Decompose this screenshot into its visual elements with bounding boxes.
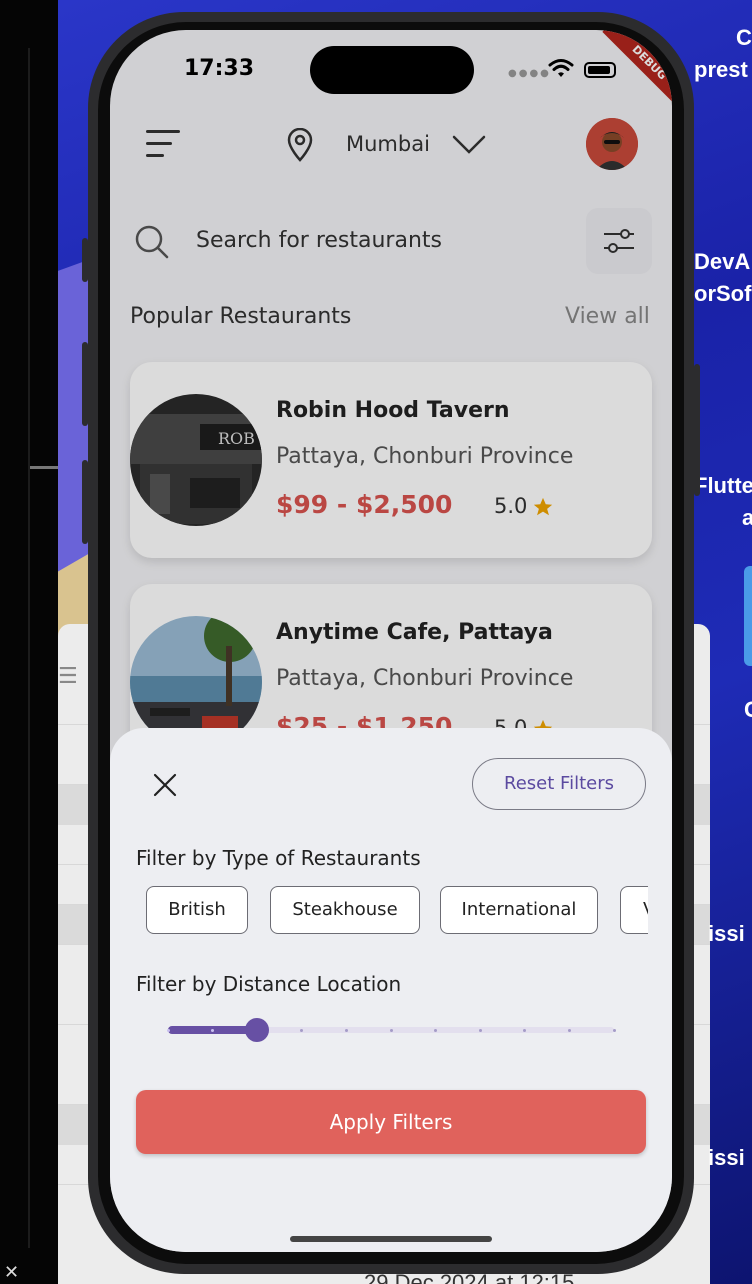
desktop-label: prest <box>694 57 748 82</box>
slider-tick <box>166 1029 170 1032</box>
chip-international[interactable]: International <box>440 886 598 934</box>
desktop-left-panel: ✕ <box>0 0 58 1284</box>
close-icon[interactable] <box>152 772 178 798</box>
slider-thumb[interactable] <box>245 1018 270 1042</box>
slider-tick <box>567 1029 571 1032</box>
reset-filters-button[interactable]: Reset Filters <box>472 758 646 810</box>
slider-tick <box>612 1029 616 1032</box>
apply-filters-button[interactable]: Apply Filters <box>136 1090 646 1154</box>
desktop-label: C <box>736 25 752 50</box>
slider-tick <box>478 1029 482 1032</box>
desktop-label: issi <box>708 921 745 946</box>
slider-tick <box>389 1029 393 1032</box>
filter-bottom-sheet: Reset Filters Filter by Type of Restaura… <box>110 728 672 1252</box>
power-button <box>694 364 700 496</box>
volume-button <box>82 460 88 544</box>
distance-filter-label: Filter by Distance Location <box>136 972 402 996</box>
chip-steakhouse[interactable]: Steakhouse <box>270 886 420 934</box>
desktop-label: Flutte <box>694 473 752 498</box>
close-icon[interactable]: ✕ <box>4 1262 19 1283</box>
volume-button <box>82 238 88 282</box>
volume-button <box>82 342 88 426</box>
distance-slider[interactable] <box>166 1018 616 1042</box>
menu-icon[interactable]: ☰ <box>58 664 78 689</box>
filter-type-label: Filter by Type of Restaurants <box>136 846 421 870</box>
restaurant-type-chips: British Steakhouse International V <box>146 886 648 938</box>
divider <box>30 466 58 469</box>
slider-tick <box>344 1029 348 1032</box>
desktop-label: orSof <box>694 281 752 306</box>
home-indicator <box>290 1236 492 1242</box>
chip-british[interactable]: British <box>146 886 248 934</box>
desktop-label: DevA <box>694 249 751 274</box>
desktop-label: a <box>742 505 752 530</box>
desktop-label: C <box>744 697 752 722</box>
desktop-icon[interactable] <box>744 566 752 666</box>
phone-screen: 17:33 ●●●● DEBUG Mumbai Search for resta… <box>110 30 672 1252</box>
desktop-label: issi <box>708 1145 745 1170</box>
chip-partial[interactable]: V <box>620 886 648 934</box>
divider <box>28 48 30 1248</box>
